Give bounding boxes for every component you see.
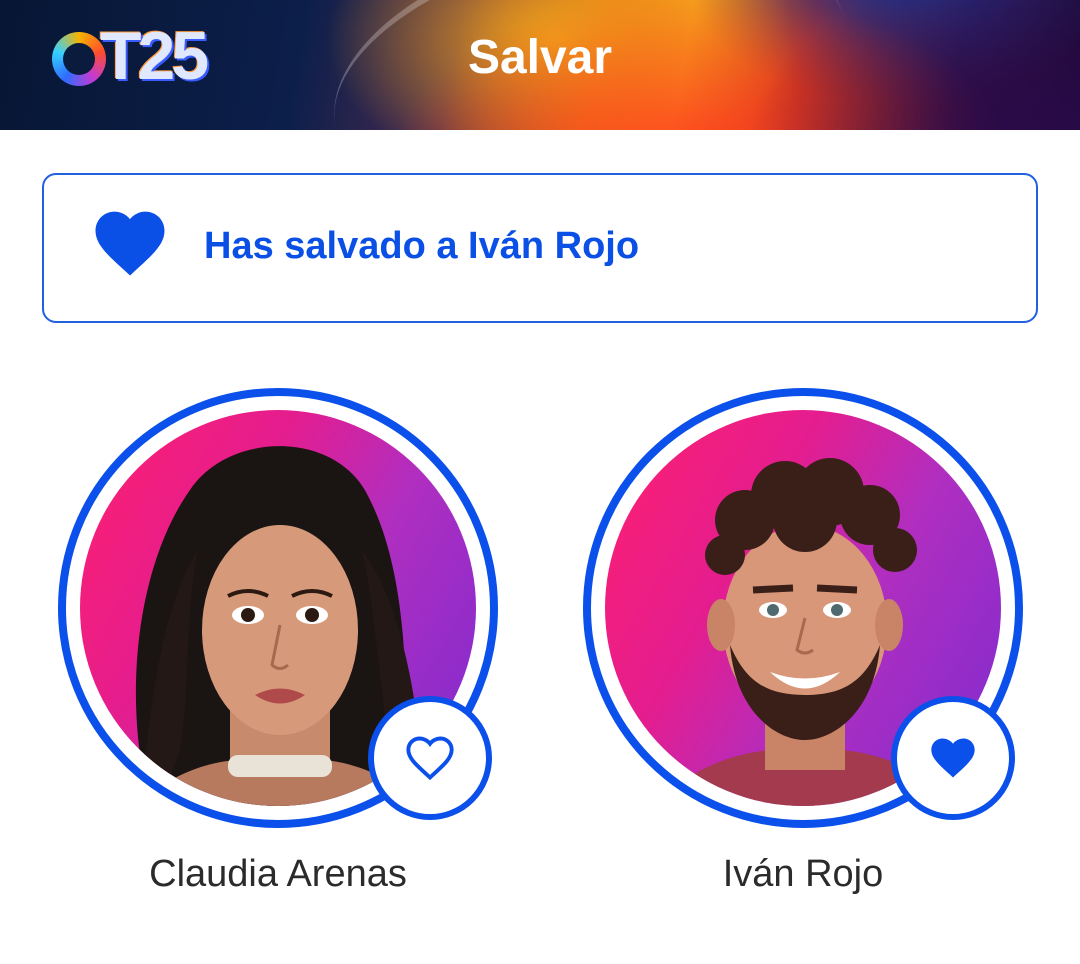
candidate-name: Iván Rojo xyxy=(722,853,884,895)
save-candidate-button[interactable] xyxy=(368,696,492,820)
vote-confirmation-banner: Has salvado a Iván Rojo xyxy=(42,173,1038,323)
candidate-name: Claudia Arenas xyxy=(149,853,407,895)
page-title: Salvar xyxy=(467,31,613,84)
heart-filled-icon xyxy=(931,738,975,778)
save-candidate-button[interactable] xyxy=(891,696,1015,820)
confirmation-message: Has salvado a Iván Rojo xyxy=(204,225,640,267)
heart-outline-icon xyxy=(406,736,454,781)
app-header: T25 Salvar xyxy=(0,0,1080,130)
heart-filled-icon xyxy=(95,211,165,276)
